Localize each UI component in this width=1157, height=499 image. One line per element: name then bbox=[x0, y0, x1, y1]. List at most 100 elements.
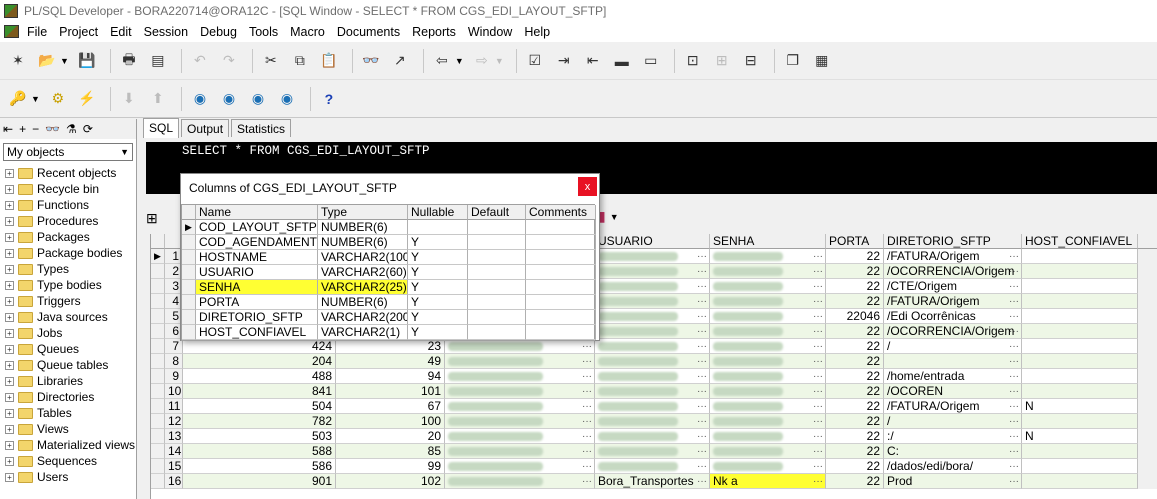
ellipsis-button[interactable]: ··· bbox=[582, 459, 592, 473]
execute-icon[interactable]: ⇦ bbox=[430, 49, 454, 73]
column-header-senha[interactable]: SENHA bbox=[710, 234, 826, 249]
grid-icon[interactable]: ⊞ bbox=[710, 49, 734, 73]
ellipsis-button[interactable]: ··· bbox=[813, 294, 823, 308]
cell[interactable]: 49 bbox=[336, 354, 445, 369]
object-filter-select[interactable]: My objects ▼ bbox=[3, 143, 133, 161]
cell-diretorio[interactable]: :/ ··· bbox=[884, 429, 1022, 444]
cell-usuario[interactable]: ··· bbox=[595, 384, 710, 399]
ellipsis-button[interactable]: ··· bbox=[697, 339, 707, 353]
ellipsis-button[interactable]: ··· bbox=[582, 444, 592, 458]
tree-item-queue-tables[interactable]: + Queue tables bbox=[0, 357, 136, 373]
cell-usuario[interactable]: ··· bbox=[595, 294, 710, 309]
uncomment-icon[interactable]: ▭ bbox=[639, 49, 663, 73]
column-row[interactable]: SENHA VARCHAR2(25) Y bbox=[182, 280, 596, 295]
column-row[interactable]: PORTA NUMBER(6) Y bbox=[182, 295, 596, 310]
ellipsis-button[interactable]: ··· bbox=[813, 429, 823, 443]
ellipsis-button[interactable]: ··· bbox=[697, 444, 707, 458]
tree-item-users[interactable]: + Users bbox=[0, 469, 136, 485]
cell[interactable]: 424 bbox=[183, 339, 336, 354]
expand-icon[interactable]: + bbox=[5, 184, 14, 194]
table-row[interactable]: 12 782 100 ··· ··· ··· 22/··· bbox=[151, 414, 1157, 429]
table-row[interactable]: 15 586 99 ··· ··· ··· 22/dados/edi/bora/··· bbox=[151, 459, 1157, 474]
cell-porta[interactable]: 22 bbox=[826, 279, 884, 294]
cell-diretorio[interactable]: / ··· bbox=[884, 339, 1022, 354]
cell[interactable]: 20 bbox=[336, 429, 445, 444]
cell-usuario[interactable]: ··· bbox=[595, 459, 710, 474]
tab-sql[interactable]: SQL bbox=[143, 118, 180, 138]
cell-porta[interactable]: 22 bbox=[826, 369, 884, 384]
tree-item-triggers[interactable]: + Triggers bbox=[0, 293, 136, 309]
cell-usuario[interactable]: ··· bbox=[595, 339, 710, 354]
column-header-comments[interactable]: Comments bbox=[526, 205, 596, 220]
ellipsis-button[interactable]: ··· bbox=[697, 294, 707, 308]
ellipsis-button[interactable]: ··· bbox=[582, 384, 592, 398]
window-menu-icon[interactable] bbox=[4, 25, 19, 38]
cell[interactable]: 588 bbox=[183, 444, 336, 459]
cell-diretorio[interactable]: /OCORRENCIA/Origem ··· bbox=[884, 264, 1022, 279]
cell-senha[interactable]: ··· bbox=[710, 294, 826, 309]
find-icon[interactable]: 👓 bbox=[359, 49, 383, 73]
ellipsis-button[interactable]: ··· bbox=[813, 324, 823, 338]
cell-senha[interactable]: Nk a ··· bbox=[710, 474, 826, 489]
tree-item-functions[interactable]: + Functions bbox=[0, 197, 136, 213]
ellipsis-button[interactable]: ··· bbox=[813, 444, 823, 458]
column-header-usuario[interactable]: USUARIO bbox=[595, 234, 710, 249]
settings-icon[interactable]: ⚙ bbox=[46, 87, 70, 111]
tree-item-packages[interactable]: + Packages bbox=[0, 229, 136, 245]
columns-grid[interactable]: Name Type Nullable Default Comments ▶ COD… bbox=[181, 204, 596, 341]
cell-diretorio[interactable]: / ··· bbox=[884, 414, 1022, 429]
tab-output[interactable]: Output bbox=[181, 119, 230, 137]
cell-hostname[interactable]: ··· bbox=[445, 354, 595, 369]
layout-icon[interactable]: ⊡ bbox=[681, 49, 705, 73]
cell-host-confiavel[interactable] bbox=[1022, 264, 1138, 279]
expand-icon[interactable]: + bbox=[5, 376, 14, 386]
menu-macro[interactable]: Macro bbox=[290, 25, 325, 39]
cell-host-confiavel[interactable] bbox=[1022, 384, 1138, 399]
filter-icon[interactable]: ⚗ bbox=[66, 122, 77, 136]
column-header-name[interactable]: Name bbox=[196, 205, 318, 220]
ellipsis-button[interactable]: ··· bbox=[697, 414, 707, 428]
ellipsis-button[interactable]: ··· bbox=[813, 354, 823, 368]
expand-icon[interactable]: + bbox=[5, 408, 14, 418]
cell-hostname[interactable]: ··· bbox=[445, 444, 595, 459]
cell-porta[interactable]: 22 bbox=[826, 444, 884, 459]
ellipsis-button[interactable]: ··· bbox=[1009, 279, 1019, 293]
tree-item-tables[interactable]: + Tables bbox=[0, 405, 136, 421]
tree-item-materialized-views[interactable]: + Materialized views bbox=[0, 437, 136, 453]
cell-host-confiavel[interactable] bbox=[1022, 309, 1138, 324]
cell-usuario[interactable]: ··· bbox=[595, 324, 710, 339]
cell-hostname[interactable]: ··· bbox=[445, 414, 595, 429]
expand-icon[interactable]: + bbox=[5, 280, 14, 290]
table-row[interactable]: 14 588 85 ··· ··· ··· 22 C: ··· bbox=[151, 444, 1157, 459]
ellipsis-button[interactable]: ··· bbox=[1009, 384, 1019, 398]
ellipsis-button[interactable]: ··· bbox=[813, 459, 823, 473]
ellipsis-button[interactable]: ··· bbox=[697, 309, 707, 323]
cut-icon[interactable]: ✂ bbox=[259, 49, 283, 73]
tree-item-procedures[interactable]: + Procedures bbox=[0, 213, 136, 229]
cell-porta[interactable]: 22 bbox=[826, 414, 884, 429]
expand-icon[interactable]: + bbox=[5, 216, 14, 226]
ellipsis-button[interactable]: ··· bbox=[813, 414, 823, 428]
ellipsis-button[interactable]: ··· bbox=[1009, 339, 1019, 353]
cell-diretorio[interactable]: C: ··· bbox=[884, 444, 1022, 459]
ellipsis-button[interactable]: ··· bbox=[697, 354, 707, 368]
cell[interactable]: 782 bbox=[183, 414, 336, 429]
chevron-down-icon[interactable]: ▼ bbox=[495, 56, 504, 66]
table-row[interactable]: 9 488 94 ··· ··· ··· 22/home/entrada ··· bbox=[151, 369, 1157, 384]
cell-hostname[interactable]: ··· bbox=[445, 399, 595, 414]
cell-usuario[interactable]: ··· bbox=[595, 309, 710, 324]
paste-icon[interactable]: 📋 bbox=[317, 49, 341, 73]
cell-diretorio[interactable]: /dados/edi/bora/ ··· bbox=[884, 459, 1022, 474]
cell[interactable]: 23 bbox=[336, 339, 445, 354]
window-list-icon[interactable]: ❐ bbox=[781, 49, 805, 73]
indent-icon[interactable]: ⇥ bbox=[552, 49, 576, 73]
sql-run-icon[interactable]: ◉ bbox=[217, 87, 241, 111]
cell-porta[interactable]: 22 bbox=[826, 399, 884, 414]
close-icon[interactable]: x bbox=[578, 177, 597, 196]
expand-icon[interactable]: + bbox=[5, 296, 14, 306]
cell[interactable]: 67 bbox=[336, 399, 445, 414]
column-row[interactable]: ▶ COD_LAYOUT_SFTP NUMBER(6) bbox=[182, 220, 596, 235]
ellipsis-button[interactable]: ··· bbox=[582, 354, 592, 368]
ellipsis-button[interactable]: ··· bbox=[697, 384, 707, 398]
ellipsis-button[interactable]: ··· bbox=[813, 309, 823, 323]
